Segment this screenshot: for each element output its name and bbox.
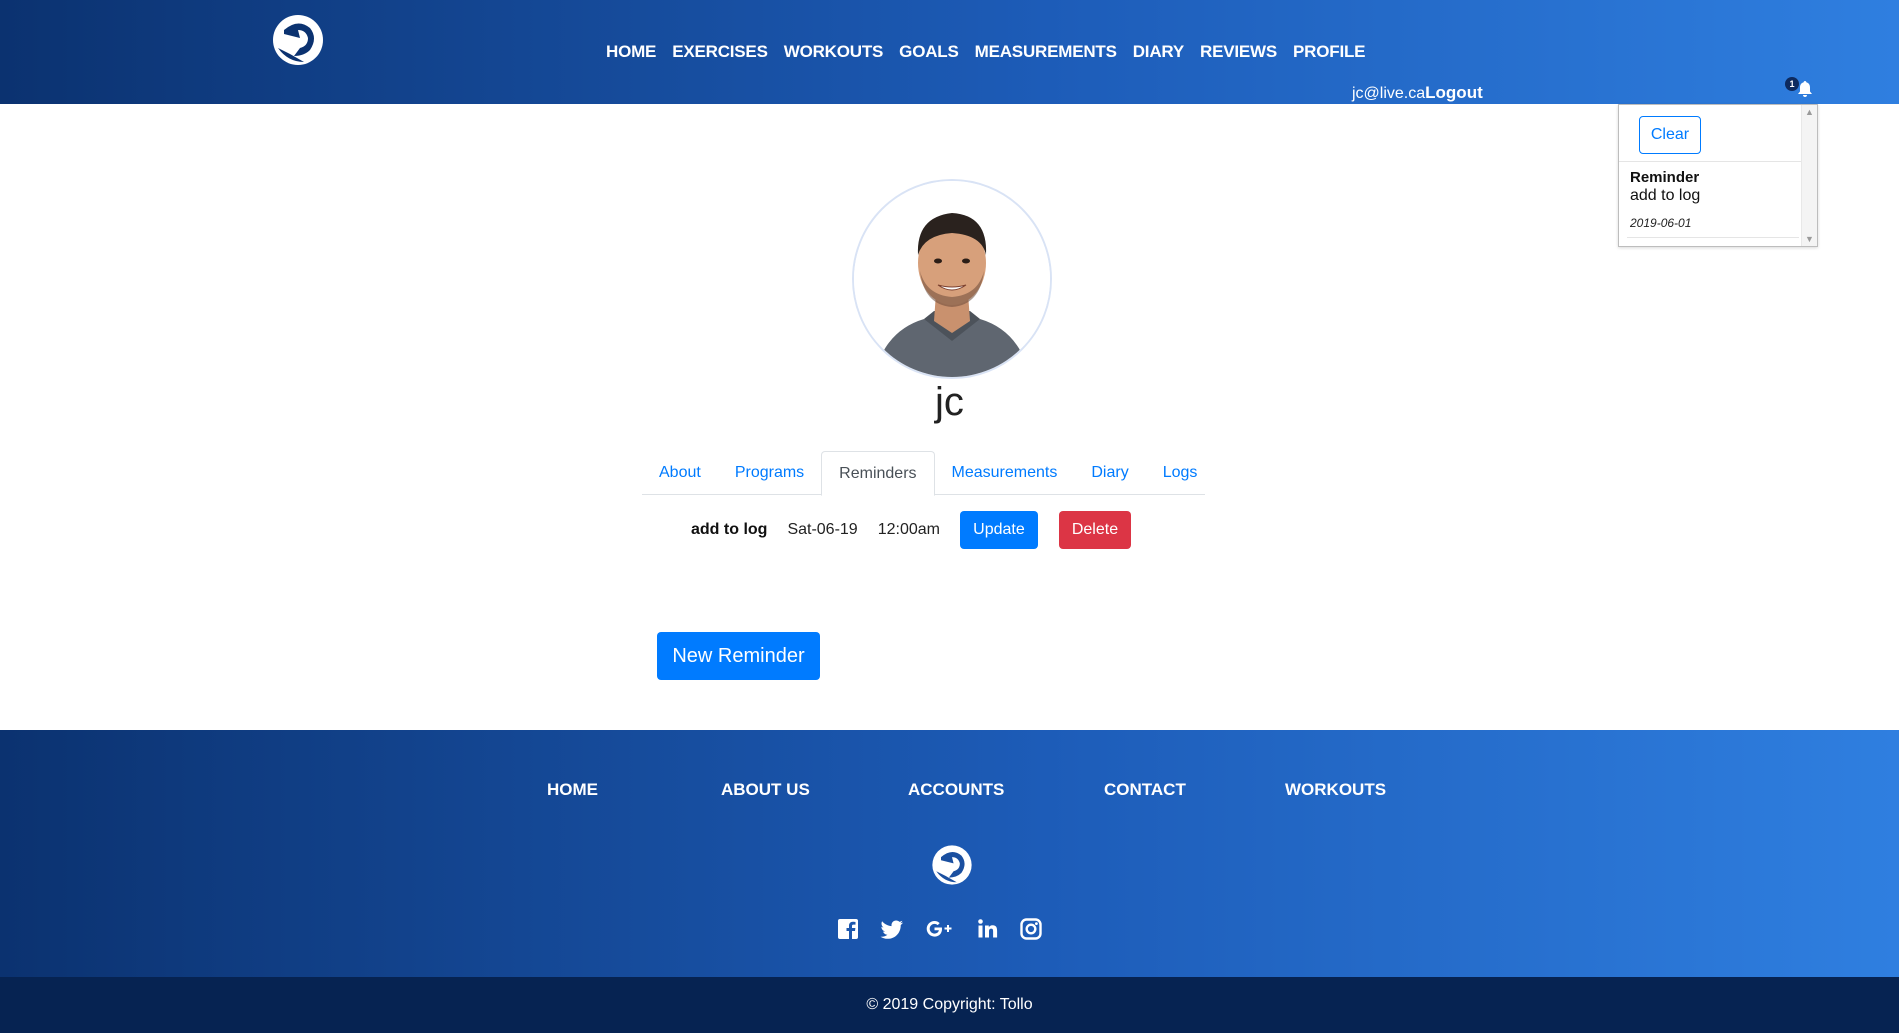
linkedin-icon[interactable] xyxy=(976,917,1000,941)
divider xyxy=(1627,237,1799,238)
reminder-text: add to log xyxy=(691,521,768,538)
nav-exercises[interactable]: EXERCISES xyxy=(672,42,768,62)
reminder-date: Sat-06-19 xyxy=(787,521,858,538)
profile-tabs: About Programs Reminders Measurements Di… xyxy=(642,451,1205,496)
update-reminder-button[interactable]: Update xyxy=(959,511,1038,549)
notification-scrollbar[interactable]: ▲ ▼ xyxy=(1801,105,1817,246)
new-reminder-button[interactable]: New Reminder xyxy=(657,632,820,680)
footer-nav-contact[interactable]: CONTACT xyxy=(1104,780,1186,800)
avatar xyxy=(852,179,1052,379)
google-plus-icon[interactable] xyxy=(925,917,955,941)
site-header: HOME EXERCISES WORKOUTS GOALS MEASUREMEN… xyxy=(0,0,1899,104)
reminder-time: 12:00am xyxy=(877,521,940,538)
site-footer: HOME ABOUT US ACCOUNTS CONTACT WORKOUTS xyxy=(0,730,1899,977)
divider xyxy=(1619,161,1801,162)
footer-nav-about-us[interactable]: ABOUT US xyxy=(721,780,810,800)
scroll-up-icon[interactable]: ▲ xyxy=(1805,107,1814,117)
copyright-bar: © 2019 Copyright: Tollo xyxy=(0,977,1899,1033)
delete-reminder-button[interactable]: Delete xyxy=(1058,511,1131,549)
reminder-row: add to log Sat-06-19 12:00am Update Dele… xyxy=(691,511,1131,549)
logo-icon[interactable] xyxy=(270,12,326,68)
clear-notifications-button[interactable]: Clear xyxy=(1639,116,1701,154)
nav-profile[interactable]: PROFILE xyxy=(1293,42,1365,62)
tab-programs[interactable]: Programs xyxy=(718,451,821,495)
tab-reminders[interactable]: Reminders xyxy=(821,451,935,496)
nav-measurements[interactable]: MEASUREMENTS xyxy=(975,42,1117,62)
tab-about[interactable]: About xyxy=(642,451,718,495)
notification-title: Reminder xyxy=(1630,169,1700,186)
nav-home[interactable]: HOME xyxy=(606,42,656,62)
notification-date: 2019-06-01 xyxy=(1630,216,1692,230)
tab-measurements[interactable]: Measurements xyxy=(935,451,1075,495)
nav-diary[interactable]: DIARY xyxy=(1133,42,1184,62)
twitter-icon[interactable] xyxy=(880,917,904,941)
instagram-icon[interactable] xyxy=(1019,917,1043,941)
user-info: jc@live.caLogout xyxy=(1352,83,1483,103)
footer-nav-home[interactable]: HOME xyxy=(547,780,598,800)
notification-body: add to log xyxy=(1630,187,1701,204)
avatar-image xyxy=(854,181,1050,377)
footer-nav-workouts[interactable]: WORKOUTS xyxy=(1285,780,1386,800)
scroll-down-icon[interactable]: ▼ xyxy=(1805,234,1814,244)
nav-goals[interactable]: GOALS xyxy=(899,42,959,62)
logout-link[interactable]: Logout xyxy=(1425,83,1483,102)
footer-nav-accounts[interactable]: ACCOUNTS xyxy=(908,780,1004,800)
tab-logs[interactable]: Logs xyxy=(1146,451,1215,495)
footer-logo-icon[interactable] xyxy=(930,843,974,887)
tab-diary[interactable]: Diary xyxy=(1074,451,1145,495)
notification-dropdown: Clear Reminder add to log 2019-06-01 ▲ ▼ xyxy=(1618,104,1818,247)
nav-reviews[interactable]: REVIEWS xyxy=(1200,42,1277,62)
bell-icon[interactable] xyxy=(1796,80,1814,98)
profile-username: jc xyxy=(935,380,964,424)
facebook-icon[interactable] xyxy=(836,917,860,941)
main-nav: HOME EXERCISES WORKOUTS GOALS MEASUREMEN… xyxy=(606,42,1381,62)
user-email: jc@live.ca xyxy=(1352,85,1426,102)
nav-workouts[interactable]: WORKOUTS xyxy=(784,42,884,62)
